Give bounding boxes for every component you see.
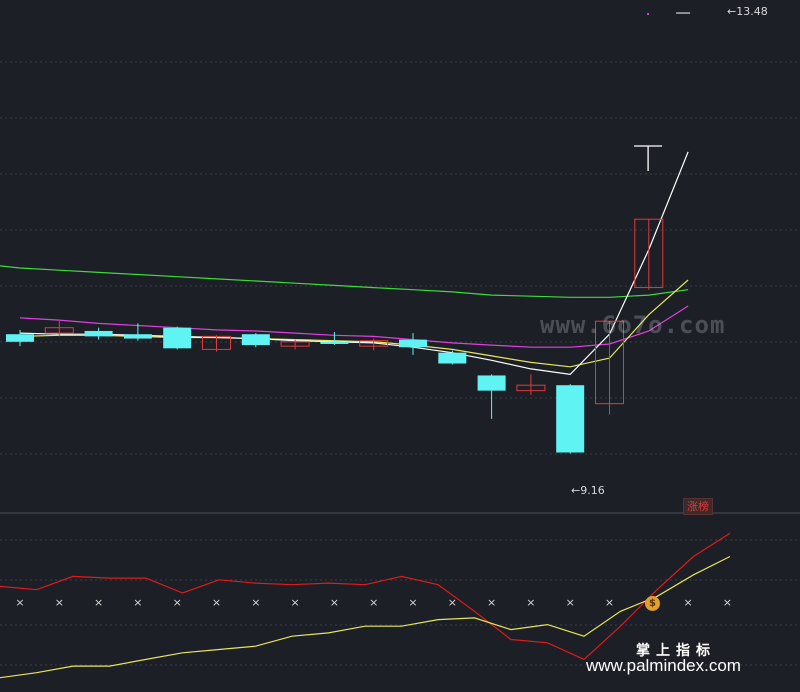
indicator-markers: ××××××××××××××××××× [15,596,732,609]
candle [84,327,113,340]
candle [634,218,664,290]
watermark-url: www.palmindex.com [586,656,741,675]
cross-marker: × [133,596,142,609]
candlesticks [6,12,691,454]
candle [241,333,270,348]
max-price-value: 13.48 [736,5,768,18]
status-badge: 涨榜 [683,498,713,515]
moving-average-lines [0,151,689,376]
cross-marker: × [251,596,260,609]
cross-marker: × [369,596,378,609]
candle-body [84,330,113,337]
cross-marker: × [566,596,575,609]
cross-marker: × [94,596,103,609]
cross-marker: × [448,596,457,609]
cross-marker: × [605,596,614,609]
candle-body [438,352,467,364]
min-price-value: 9.16 [580,484,605,497]
grid-lines [0,61,800,666]
candle [556,384,585,454]
cross-marker: × [723,596,732,609]
cross-marker: × [408,596,417,609]
candle [516,374,546,395]
max-price-label: ←13.48 [727,5,768,18]
cross-marker: × [55,596,64,609]
limit-up-marker [634,145,663,171]
money-bag-icon: $ [645,596,660,611]
candle [399,333,427,355]
candle-body [163,327,192,349]
candle-body [477,375,506,391]
cross-marker: × [212,596,221,609]
cross-marker: × [487,596,496,609]
candle-body [123,334,152,339]
candle [647,12,691,16]
cross-marker: × [173,596,182,609]
candle [477,374,506,419]
cross-marker: × [526,596,535,609]
candle-body [320,341,349,344]
cross-marker: × [15,596,24,609]
candle [163,326,192,350]
candle-body [241,334,270,346]
candle-body [556,385,585,453]
cross-marker: × [683,596,692,609]
candle [6,329,34,347]
watermark-site: www.6o7o.com [540,311,726,339]
candle [320,332,349,346]
candle-body [399,339,427,348]
cross-marker: × [330,596,339,609]
candle-body [6,334,34,342]
ma-green-line [0,265,689,298]
cross-marker: × [290,596,299,609]
red-indicator-line [0,532,731,661]
stock-chart: ××××××××××××××××××× [0,12,800,679]
candle [438,350,467,365]
min-price-label: ←9.16 [571,484,605,497]
